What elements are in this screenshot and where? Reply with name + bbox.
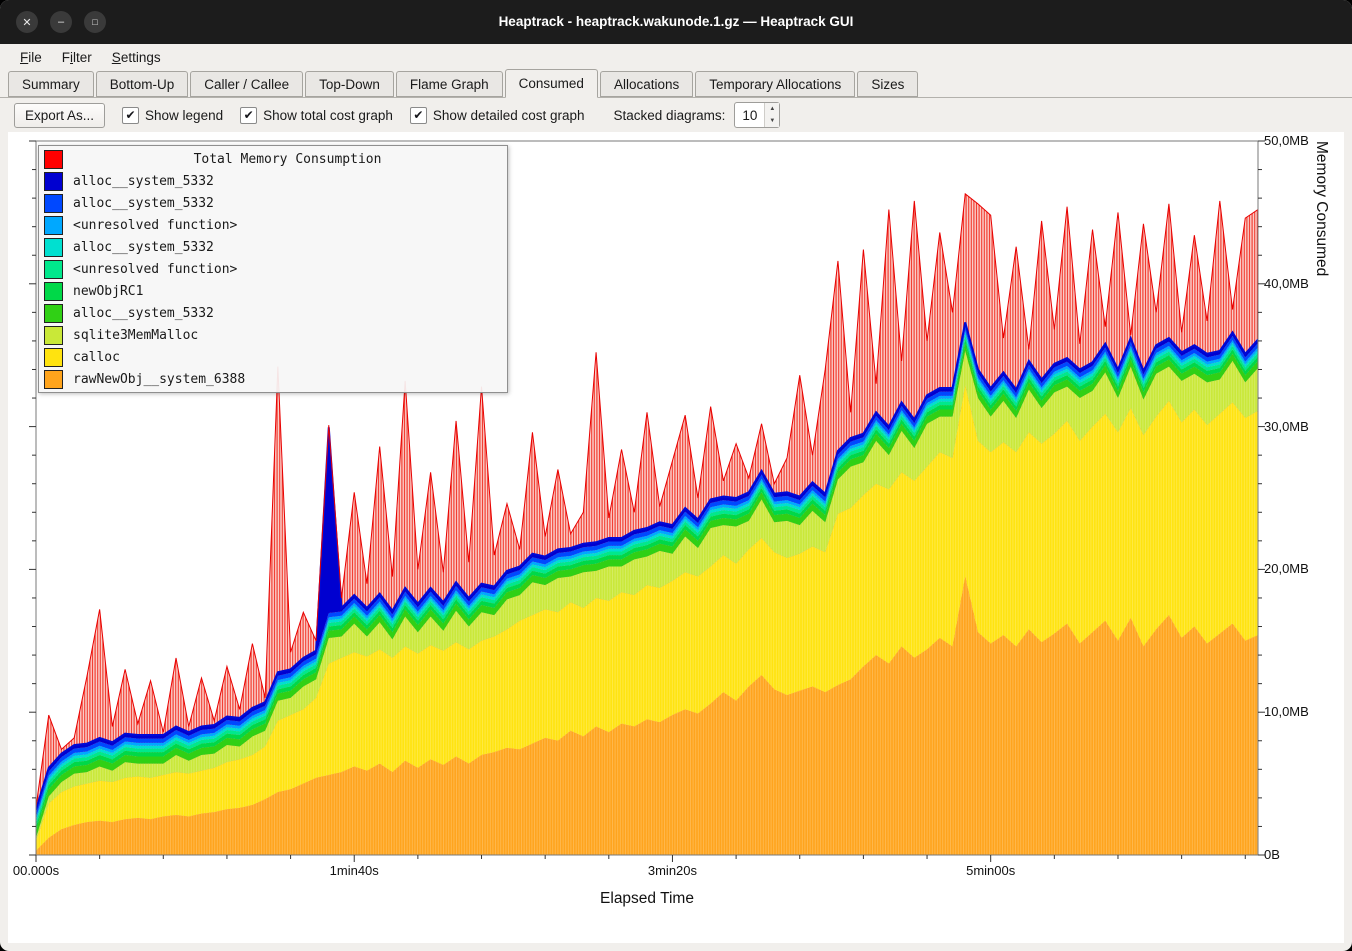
legend-label: alloc__system_5332 <box>73 306 214 321</box>
menu-settings[interactable]: Settings <box>102 47 171 68</box>
legend-item: sqlite3MemMalloc <box>39 324 507 346</box>
tab-caller-callee[interactable]: Caller / Callee <box>190 71 303 97</box>
legend-label: <unresolved function> <box>73 262 237 277</box>
legend-swatch <box>44 150 63 169</box>
tab-consumed[interactable]: Consumed <box>505 69 598 98</box>
legend-label: alloc__system_5332 <box>73 196 214 211</box>
y-tick-label: 50,0MB <box>1264 133 1334 148</box>
heaptrack-window: ✕ – □ Heaptrack - heaptrack.wakunode.1.g… <box>0 0 1352 951</box>
titlebar: ✕ – □ Heaptrack - heaptrack.wakunode.1.g… <box>0 0 1352 44</box>
legend-swatch <box>44 194 63 213</box>
legend-item: calloc <box>39 346 507 368</box>
legend-swatch <box>44 304 63 323</box>
legend-item: <unresolved function> <box>39 214 507 236</box>
checkbox-label: Show detailed cost graph <box>433 108 585 123</box>
tab-summary[interactable]: Summary <box>8 71 94 97</box>
stacked-diagrams-spinbox[interactable]: 10 ▲ ▼ <box>734 102 780 128</box>
menubar: FileFilterSettings <box>0 44 1352 70</box>
memory-consumption-chart[interactable]: Total Memory Consumption alloc__system_53… <box>8 132 1344 943</box>
tab-allocations[interactable]: Allocations <box>600 71 693 97</box>
tab-temporary-allocations[interactable]: Temporary Allocations <box>695 71 855 97</box>
checkbox-box[interactable]: ✔ <box>122 107 139 124</box>
spinbox-value: 10 <box>735 103 764 127</box>
legend-item: rawNewObj__system_6388 <box>39 368 507 390</box>
x-tick-label: 3min20s <box>632 863 712 878</box>
legend-label: calloc <box>73 350 120 365</box>
legend-item: newObjRC1 <box>39 280 507 302</box>
export-as-button[interactable]: Export As... <box>14 103 105 128</box>
checkbox-show-detailed-cost-graph[interactable]: ✔ Show detailed cost graph <box>410 107 585 124</box>
checkbox-box[interactable]: ✔ <box>240 107 257 124</box>
legend-swatch <box>44 326 63 345</box>
chart-legend: Total Memory Consumption alloc__system_53… <box>38 145 508 393</box>
y-tick-label: 40,0MB <box>1264 276 1334 291</box>
checkbox-box[interactable]: ✔ <box>410 107 427 124</box>
legend-swatch <box>44 260 63 279</box>
legend-item: alloc__system_5332 <box>39 236 507 258</box>
y-tick-label: 30,0MB <box>1264 419 1334 434</box>
legend-item: <unresolved function> <box>39 258 507 280</box>
spinbox-up-button[interactable]: ▲ <box>765 103 779 115</box>
legend-label: alloc__system_5332 <box>73 240 214 255</box>
x-tick-label: 00.000s <box>0 863 76 878</box>
legend-item: alloc__system_5332 <box>39 302 507 324</box>
legend-swatch <box>44 348 63 367</box>
legend-swatch <box>44 172 63 191</box>
legend-swatch <box>44 282 63 301</box>
y-axis-title: Memory Consumed <box>1312 141 1330 855</box>
legend-label: alloc__system_5332 <box>73 174 214 189</box>
y-tick-label: 10,0MB <box>1264 704 1334 719</box>
menu-filter[interactable]: Filter <box>52 47 102 68</box>
tab-top-down[interactable]: Top-Down <box>305 71 394 97</box>
checkbox-label: Show total cost graph <box>263 108 393 123</box>
x-tick-label: 5min00s <box>951 863 1031 878</box>
legend-label: <unresolved function> <box>73 218 237 233</box>
legend-item: alloc__system_5332 <box>39 192 507 214</box>
legend-label: newObjRC1 <box>73 284 143 299</box>
tab-bottom-up[interactable]: Bottom-Up <box>96 71 189 97</box>
legend-label: Total Memory Consumption <box>73 152 502 167</box>
legend-label: sqlite3MemMalloc <box>73 328 198 343</box>
legend-title-row: Total Memory Consumption <box>39 148 507 170</box>
checkbox-label: Show legend <box>145 108 223 123</box>
x-axis-title: Elapsed Time <box>36 890 1258 908</box>
menu-file[interactable]: File <box>10 47 52 68</box>
checkbox-show-total-cost-graph[interactable]: ✔ Show total cost graph <box>240 107 393 124</box>
legend-item: alloc__system_5332 <box>39 170 507 192</box>
legend-swatch <box>44 238 63 257</box>
spinbox-down-button[interactable]: ▼ <box>765 115 779 127</box>
y-tick-label: 20,0MB <box>1264 561 1334 576</box>
checkbox-show-legend[interactable]: ✔ Show legend <box>122 107 223 124</box>
legend-label: rawNewObj__system_6388 <box>73 372 245 387</box>
legend-swatch <box>44 216 63 235</box>
tab-bar: SummaryBottom-UpCaller / CalleeTop-DownF… <box>0 70 1352 98</box>
toolbar: Export As... ✔ Show legend ✔ Show total cos… <box>0 98 1352 132</box>
tab-flame-graph[interactable]: Flame Graph <box>396 71 503 97</box>
stacked-diagrams-label: Stacked diagrams: <box>614 108 726 123</box>
tab-sizes[interactable]: Sizes <box>857 71 918 97</box>
legend-swatch <box>44 370 63 389</box>
window-title: Heaptrack - heaptrack.wakunode.1.gz — He… <box>0 0 1352 44</box>
checkbox-group: ✔ Show legend ✔ Show total cost graph ✔ Show … <box>122 107 585 124</box>
x-tick-label: 1min40s <box>314 863 394 878</box>
y-tick-label: 0B <box>1264 847 1334 862</box>
spinbox-arrows: ▲ ▼ <box>764 103 779 127</box>
